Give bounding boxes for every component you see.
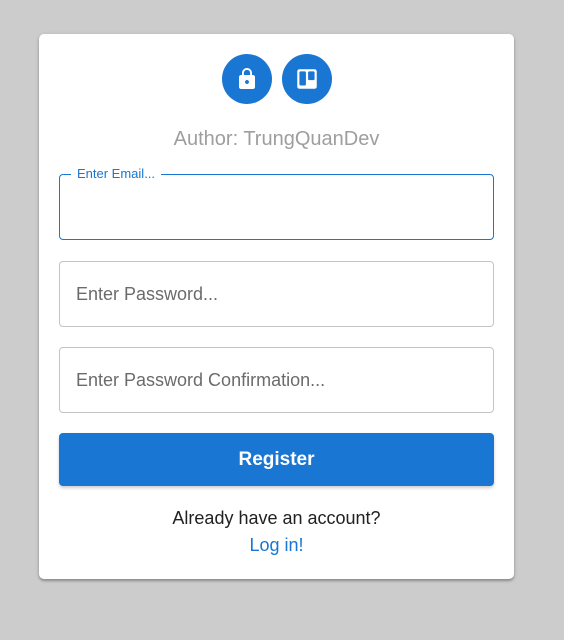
login-link-wrapper: Log in! [39,535,514,556]
lock-icon-avatar [221,54,272,104]
password-field[interactable] [59,261,494,327]
password-confirmation-input[interactable] [60,348,493,412]
register-card: Author: TrungQuanDev Enter Email... Regi… [39,34,514,579]
email-input[interactable] [60,175,493,239]
register-button[interactable]: Register [59,433,494,486]
trello-icon [296,69,317,89]
trello-icon-avatar [281,54,332,104]
author-text: Author: TrungQuanDev [173,128,380,150]
password-input[interactable] [60,262,493,326]
header-icons [39,54,514,104]
lock-icon [238,68,255,89]
already-have-account-text: Already have an account? [172,508,381,528]
login-link[interactable]: Log in! [249,535,303,555]
email-field[interactable]: Enter Email... [59,166,494,240]
password-confirmation-field[interactable] [59,347,494,413]
email-label: Enter Email... [71,166,162,182]
